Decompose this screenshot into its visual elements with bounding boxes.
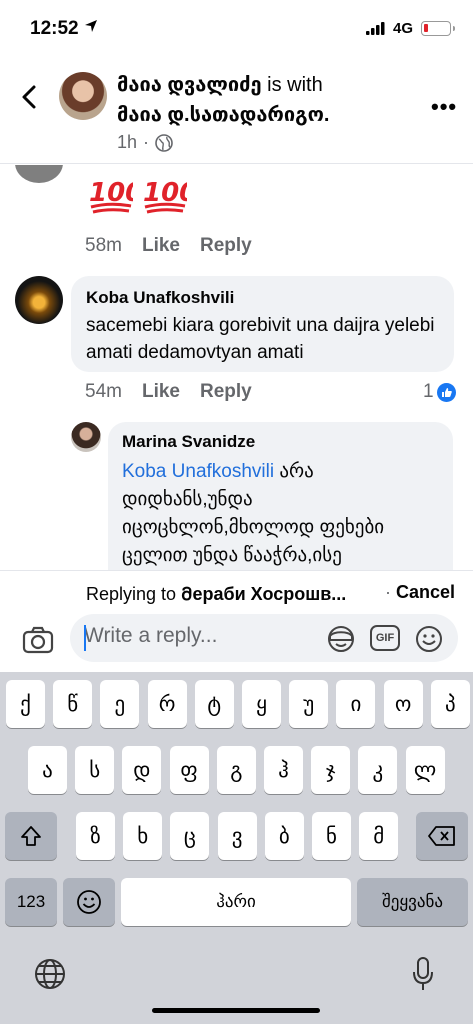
text-cursor	[84, 625, 86, 651]
post-author-line: მაია დვალიძე is with	[117, 72, 323, 97]
letter-key[interactable]: ჰ	[264, 746, 303, 794]
status-time: 12:52	[30, 18, 79, 39]
emoji-icon	[77, 890, 101, 914]
letter-key[interactable]: ზ	[76, 812, 115, 860]
replying-target: Მераби Хосрошв...	[181, 584, 347, 604]
comment-time: 58m	[85, 235, 122, 256]
space-key[interactable]: ჰარი	[121, 878, 351, 926]
letter-key[interactable]: ი	[336, 680, 376, 728]
letter-key[interactable]: ს	[75, 746, 115, 794]
network-type: 4G	[393, 20, 414, 37]
backspace-icon	[428, 826, 455, 846]
microphone-icon[interactable]	[411, 956, 435, 992]
home-indicator	[152, 1008, 320, 1013]
letter-key[interactable]: დ	[122, 746, 162, 794]
like-reaction-icon	[436, 382, 456, 402]
replying-to-bar: Replying to Მераби Хосрошв... · Cancel	[0, 570, 473, 612]
emoji-icon[interactable]	[414, 624, 444, 654]
letter-key[interactable]: კ	[358, 746, 398, 794]
comment-time: 54m	[85, 381, 122, 402]
tagged-user[interactable]: მაია დ.სათადარიგო.	[117, 104, 329, 126]
cancel-button[interactable]: Cancel	[396, 582, 455, 602]
replier-avatar[interactable]	[71, 422, 101, 452]
reply-author[interactable]: Marina Svanidze	[122, 432, 439, 452]
separator: ·	[385, 582, 396, 602]
letter-key[interactable]: ყ	[242, 680, 281, 728]
replying-label: Replying to Მераби Хосрошв...	[86, 582, 346, 606]
letter-key[interactable]: გ	[216, 746, 256, 794]
comment-bubble: Koba Unafkoshvili sacemebi kiara gorebiv…	[71, 276, 454, 372]
emoji-keyboard-key[interactable]	[63, 878, 115, 926]
comments-feed: 100 100 58m Like Reply Koba Unafkoshvili…	[0, 165, 473, 570]
mention-link[interactable]: Koba Unafkoshvili	[122, 461, 274, 482]
meta-dot: ·	[143, 132, 150, 152]
letter-key[interactable]: ე	[100, 680, 140, 728]
reply-input[interactable]	[84, 624, 314, 648]
reply-link[interactable]: Reply	[200, 235, 252, 257]
back-chevron-icon[interactable]	[18, 84, 42, 110]
reply-input-box[interactable]: GIF	[70, 614, 458, 662]
tagged-line: მაია დ.სათადარიგო.	[117, 102, 329, 127]
battery-icon	[421, 21, 455, 36]
reaction-number: 1	[423, 381, 434, 402]
post-author[interactable]: მაია დვალიძე	[117, 74, 262, 96]
letter-key[interactable]: რ	[147, 680, 187, 728]
comment-emoji: 100 100	[87, 171, 187, 215]
letter-key[interactable]: ნ	[312, 812, 351, 860]
more-options-icon[interactable]: •••	[431, 94, 457, 120]
letter-key[interactable]: ფ	[169, 746, 209, 794]
letter-key[interactable]: ბ	[264, 812, 304, 860]
letter-key[interactable]: წ	[53, 680, 93, 728]
like-link[interactable]: Like	[142, 381, 180, 403]
commenter-avatar[interactable]	[15, 276, 63, 324]
shift-key[interactable]	[5, 812, 57, 860]
hundred-emoji-icon: 100	[143, 178, 187, 214]
commenter-avatar[interactable]	[15, 165, 63, 183]
comment-text: sacemebi kiara gorebivit una daijra yele…	[86, 315, 435, 363]
post-time: 1h	[117, 132, 138, 152]
replying-prefix: Replying to	[86, 584, 182, 604]
letter-key[interactable]: ო	[383, 680, 423, 728]
post-meta: 1h ·	[117, 132, 173, 153]
letter-key[interactable]: ქ	[6, 680, 45, 728]
status-bar: 12:52 4G	[0, 0, 473, 60]
letter-key[interactable]: ტ	[194, 680, 234, 728]
cancel-reply[interactable]: · Cancel	[385, 582, 455, 603]
avatar-sticker-icon[interactable]	[326, 624, 356, 654]
reply-link[interactable]: Reply	[200, 381, 252, 403]
letter-key[interactable]: ა	[28, 746, 67, 794]
letter-key[interactable]: ხ	[123, 812, 163, 860]
shift-arrow-icon	[21, 826, 41, 846]
like-link[interactable]: Like	[142, 235, 180, 257]
comment-author[interactable]: Koba Unafkoshvili	[86, 288, 439, 308]
camera-icon[interactable]	[22, 626, 54, 654]
on-screen-keyboard: ქწერტყუიოპ ასდფგჰჯკლ ზხცვბნმ 123 ჰარი შე…	[0, 672, 473, 1024]
letter-key[interactable]: უ	[289, 680, 329, 728]
reply-text: Koba Unafkoshvili არა დიდხანს,უნდა იცოცხ…	[122, 458, 439, 570]
reply-bubble: Marina Svanidze Koba Unafkoshvili არა დი…	[108, 422, 453, 570]
author-avatar[interactable]	[59, 72, 107, 120]
numbers-key[interactable]: 123	[5, 878, 57, 926]
hundred-emoji-icon: 100	[89, 178, 133, 214]
post-header: მაია დვალიძე is with მაია დ.სათადარიგო. …	[0, 60, 473, 164]
cellular-signal-icon	[366, 22, 385, 35]
comment-actions: 54m Like Reply	[85, 381, 252, 403]
letter-key[interactable]: პ	[430, 680, 470, 728]
location-arrow-icon	[85, 20, 97, 32]
reply-composer: GIF	[0, 612, 473, 672]
letter-key[interactable]: ჯ	[311, 746, 351, 794]
globe-icon	[155, 133, 173, 152]
letter-key[interactable]: ვ	[217, 812, 257, 860]
letter-key[interactable]: მ	[359, 812, 399, 860]
comment-actions: 58m Like Reply	[85, 235, 252, 257]
letter-key[interactable]: ც	[170, 812, 210, 860]
with-text: is with	[267, 74, 323, 96]
return-key[interactable]: შეყვანა	[357, 878, 468, 926]
gif-icon[interactable]: GIF	[370, 625, 400, 651]
globe-icon[interactable]	[34, 958, 66, 990]
letter-key[interactable]: ლ	[405, 746, 445, 794]
reaction-count[interactable]: 1	[423, 381, 456, 403]
backspace-key[interactable]	[416, 812, 468, 860]
